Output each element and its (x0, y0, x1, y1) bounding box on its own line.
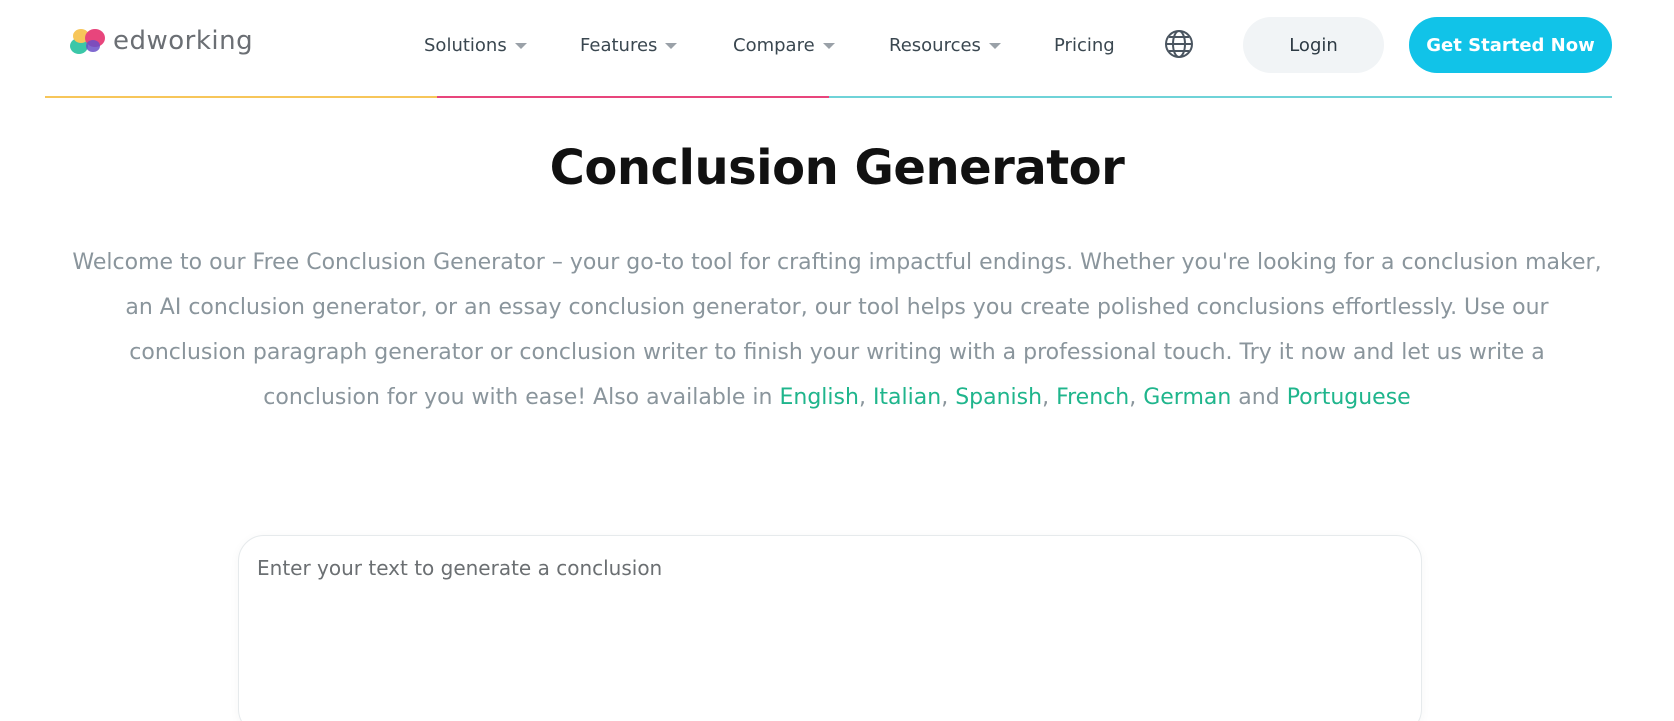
header-divider-pink (437, 96, 829, 98)
nav-item-solutions[interactable]: Solutions (424, 28, 527, 62)
language-link-german[interactable]: German (1143, 385, 1231, 410)
page-title: Conclusion Generator (549, 140, 1125, 196)
intro-paragraph: Welcome to our Free Conclusion Generator… (70, 240, 1604, 420)
separator: , (1129, 385, 1144, 410)
nav-label: Resources (889, 34, 981, 56)
logo-wordmark: edworking (113, 26, 254, 56)
login-button[interactable]: Login (1243, 17, 1384, 73)
separator: , (858, 385, 873, 410)
header-divider-teal (829, 96, 1612, 98)
language-link-french[interactable]: French (1056, 385, 1129, 410)
separator: , (1042, 385, 1057, 410)
get-started-button[interactable]: Get Started Now (1409, 17, 1612, 73)
site-header: edworking Solutions Features Compare Res… (0, 0, 1674, 98)
nav-label: Pricing (1054, 34, 1115, 56)
edworking-logo[interactable]: edworking (69, 26, 253, 56)
language-link-italian[interactable]: Italian (873, 385, 941, 410)
logo-mark-icon (70, 29, 105, 54)
conclusion-text-input[interactable] (257, 556, 1397, 716)
chevron-down-icon (665, 43, 678, 49)
language-link-spanish[interactable]: Spanish (955, 385, 1042, 410)
text-input-card (238, 535, 1422, 721)
chevron-down-icon (988, 43, 1001, 49)
globe-icon[interactable] (1163, 28, 1195, 60)
nav-item-compare[interactable]: Compare (733, 28, 835, 62)
nav-label: Solutions (424, 34, 507, 56)
language-link-portuguese[interactable]: Portuguese (1287, 385, 1411, 410)
nav-label: Features (580, 34, 658, 56)
separator: , (941, 385, 956, 410)
header-divider-yellow (45, 96, 437, 98)
nav-item-features[interactable]: Features (580, 28, 678, 62)
separator: and (1231, 385, 1287, 410)
nav-item-resources[interactable]: Resources (889, 28, 1001, 62)
nav-item-pricing[interactable]: Pricing (1054, 28, 1115, 62)
chevron-down-icon (822, 43, 835, 49)
nav-label: Compare (733, 34, 815, 56)
chevron-down-icon (514, 43, 527, 49)
language-link-english[interactable]: English (779, 385, 858, 410)
